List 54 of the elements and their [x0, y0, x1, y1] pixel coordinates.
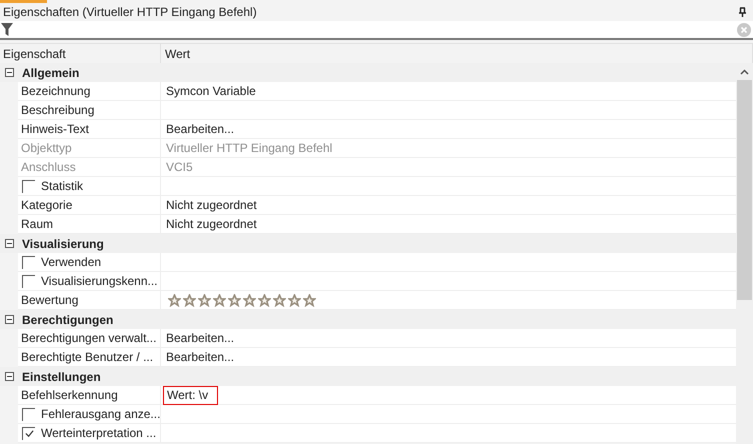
group-heading[interactable]: Einstellungen: [22, 368, 101, 386]
star-icon: [243, 294, 256, 306]
scrollbar-thumb[interactable]: [737, 80, 752, 300]
star-icon: [183, 294, 196, 306]
property-name: Raum: [21, 216, 54, 233]
checkbox[interactable]: [22, 426, 35, 440]
property-name: Hinweis-Text: [21, 121, 90, 138]
property-value: Virtueller HTTP Eingang Befehl: [165, 140, 334, 157]
property-value: Bearbeiten...: [165, 121, 236, 138]
star-icon: [288, 294, 301, 306]
property-value: Bearbeiten...: [165, 330, 236, 347]
star-icon: [303, 294, 316, 306]
group-heading[interactable]: Berechtigungen: [22, 310, 114, 328]
star-icon: [213, 294, 226, 306]
property-name: Anschluss: [21, 159, 76, 176]
property-name: Kategorie: [21, 197, 72, 214]
property-name: Berechtigungen verwalt...: [21, 330, 156, 347]
property-name: Befehlserkennung: [21, 387, 118, 404]
collapse-toggle[interactable]: [5, 315, 14, 324]
checkbox[interactable]: [22, 408, 35, 420]
property-name: Fehlerausgang anze...: [41, 406, 160, 423]
star-icon: [228, 294, 241, 306]
filter-field[interactable]: [0, 21, 753, 40]
property-value: VCI5: [165, 159, 194, 176]
property-value: Bearbeiten...: [165, 349, 236, 366]
property-value: Nicht zugeordnet: [165, 216, 258, 233]
scroll-up-icon[interactable]: [740, 69, 749, 75]
star-icon: [198, 294, 211, 306]
property-name: Werteinterpretation ...: [41, 425, 156, 442]
property-value: Symcon Variable: [165, 83, 257, 100]
property-name: Bezeichnung: [21, 83, 90, 100]
checkbox[interactable]: [22, 274, 35, 288]
collapse-toggle[interactable]: [5, 68, 14, 77]
property-name: Beschreibung: [21, 102, 94, 119]
group-heading[interactable]: Visualisierung: [22, 234, 104, 252]
group-heading[interactable]: Allgemein: [22, 64, 80, 82]
property-name: Berechtigte Benutzer / ...: [21, 349, 154, 366]
star-icon: [273, 294, 286, 306]
property-name: Bewertung: [21, 292, 78, 309]
filter-icon[interactable]: [1, 23, 13, 36]
property-value[interactable]: Wert: \v: [163, 386, 218, 404]
collapse-toggle[interactable]: [5, 239, 14, 248]
collapse-toggle[interactable]: [5, 372, 14, 381]
property-name: Statistik: [41, 178, 84, 195]
property-name: Objekttyp: [21, 140, 72, 157]
star-icon: [168, 294, 181, 306]
panel-title: Eigenschaften (Virtueller HTTP Eingang Befehl): [3, 4, 257, 21]
checkbox[interactable]: [22, 256, 35, 268]
property-name: Verwenden: [41, 254, 102, 271]
property-value: Nicht zugeordnet: [165, 197, 258, 214]
pin-icon[interactable]: [738, 6, 747, 18]
checkbox[interactable]: [22, 180, 35, 192]
star-icon: [258, 294, 271, 306]
property-name: Visualisierungskenn...: [41, 273, 158, 290]
